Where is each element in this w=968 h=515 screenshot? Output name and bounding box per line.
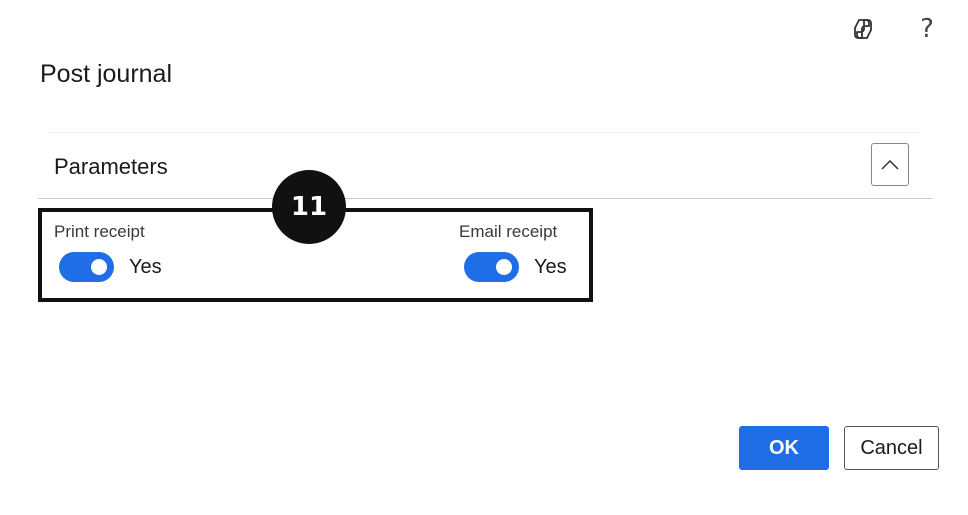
email-receipt-label: Email receipt bbox=[459, 222, 558, 241]
dialog-title: Post journal bbox=[40, 60, 173, 88]
print-receipt-toggle[interactable] bbox=[59, 252, 114, 282]
collapse-section-button[interactable] bbox=[871, 143, 909, 186]
print-receipt-value: Yes bbox=[129, 255, 162, 278]
section-divider bbox=[48, 132, 920, 133]
email-receipt-value: Yes bbox=[534, 255, 567, 278]
toggle-knob bbox=[91, 259, 107, 275]
toggle-knob bbox=[496, 259, 512, 275]
help-glyph: ? bbox=[920, 14, 934, 44]
copilot-icon[interactable] bbox=[848, 14, 878, 44]
help-icon[interactable]: ? bbox=[912, 14, 942, 44]
top-toolbar: ? bbox=[848, 14, 942, 44]
print-receipt-label: Print receipt bbox=[54, 222, 145, 241]
email-receipt-field: Email receipt Yes bbox=[459, 222, 567, 282]
parameters-section-header[interactable]: Parameters bbox=[38, 138, 932, 199]
cancel-button[interactable]: Cancel bbox=[844, 426, 939, 470]
chevron-up-icon bbox=[881, 159, 899, 170]
step-number-badge: 11 bbox=[272, 170, 346, 244]
ok-button[interactable]: OK bbox=[739, 426, 829, 470]
email-receipt-toggle[interactable] bbox=[464, 252, 519, 282]
section-title: Parameters bbox=[54, 154, 168, 179]
print-receipt-field: Print receipt Yes bbox=[54, 222, 162, 282]
